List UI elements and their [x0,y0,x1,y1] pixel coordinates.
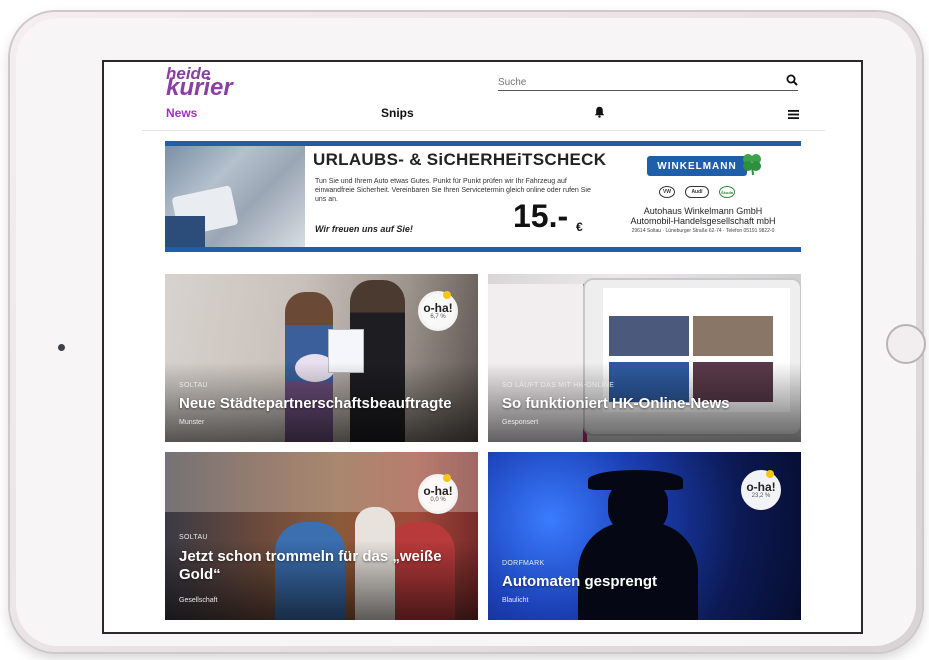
photo-thumb-2 [693,316,773,356]
search-bar [498,72,798,91]
photo-silhouette-cap [588,470,683,490]
oha-percentage: 6,7 % [430,313,446,320]
article-tile[interactable]: o-ha! 23,2 % DORFMARK Automaten gespreng… [488,452,801,620]
nav-item-news[interactable]: News [166,106,197,120]
photo-silhouette-body [578,522,698,620]
oha-badge[interactable]: o-ha! 0,0 % [418,474,458,514]
ad-photo-sleeve [165,216,205,247]
ad-company-line-2: Automobil-Handelsgesellschaft mbH [630,216,776,226]
oha-percentage: 0,0 % [430,496,446,503]
ad-currency: € [576,220,583,234]
ad-price: 15.- [513,198,569,234]
front-camera [58,344,65,351]
logo-line-2: kurier [166,74,233,101]
oha-badge[interactable]: o-ha! 23,2 % [741,470,781,510]
home-button[interactable] [886,324,926,364]
tablet-frame: heide kurier News Snips UR [10,12,926,652]
photo-thumb-1 [609,316,689,356]
oha-label: o-ha! [423,300,453,315]
vw-logo: VW [659,186,675,198]
oha-indicator-dot [766,470,774,478]
ad-brand-logo: WINKELMANN [647,156,747,176]
oha-percentage: 23,2 % [751,492,771,499]
hamburger-menu-icon[interactable] [788,108,799,122]
app-screen: heide kurier News Snips UR [102,60,863,634]
nav-divider [142,130,825,131]
ad-photo [165,146,305,247]
ad-company: Autohaus Winkelmann GmbH Automobil-Hande… [605,206,801,226]
search-input[interactable] [498,75,768,90]
oha-indicator-dot [443,474,451,482]
ad-banner[interactable]: URLAUBS- & SiCHERHEiTSCHECK Tun Sie und … [165,141,801,252]
article-category: Gesponsert [502,419,539,426]
article-title: Neue Städtepartnerschaftsbeauftragte [179,395,452,412]
article-kicker: SO LÄUFT DAS MIT HK-ONLINE [502,382,615,389]
article-kicker: SOLTAU [179,382,208,389]
article-title: Jetzt schon trommeln für das „weiße Gold… [179,548,442,583]
bell-icon[interactable] [594,106,605,121]
article-category: Munster [179,419,205,426]
article-title: Automaten gesprengt [502,573,658,590]
search-icon[interactable] [786,73,798,91]
car-brand-logos: VW Audi Škoda [659,186,735,198]
oha-badge[interactable]: o-ha! 6,7 % [418,291,458,331]
article-title: So funktioniert HK-Online-News [502,395,730,412]
article-tile[interactable]: o-ha! 6,7 % SOLTAU Neue Städtepartnersch… [165,274,478,442]
oha-indicator-dot [443,291,451,299]
article-kicker: DORFMARK [502,560,545,567]
article-category: Blaulicht [502,597,529,604]
oha-label: o-ha! [423,483,453,498]
ad-company-line-1: Autohaus Winkelmann GmbH [643,206,763,216]
nav-item-snips[interactable]: Snips [381,106,414,120]
audi-logo: Audi [685,186,709,198]
site-logo[interactable]: heide kurier [166,65,233,101]
article-tile[interactable]: SO LÄUFT DAS MIT HK-ONLINE So funktionie… [488,274,801,442]
clover-icon [741,152,763,181]
article-tile[interactable]: o-ha! 0,0 % SOLTAU Jetzt schon trommeln … [165,452,478,620]
ad-address: 29614 Soltau · Lüneburger Straße 62-74 ·… [631,228,775,234]
ad-headline: URLAUBS- & SiCHERHEiTSCHECK [313,150,607,169]
article-kicker: SOLTAU [179,534,208,541]
article-category: Gesellschaft [179,597,218,604]
skoda-logo: Škoda [719,186,735,198]
oha-label: o-ha! [746,479,776,494]
main-nav: News Snips [166,106,799,126]
ad-slogan: Wir freuen uns auf Sie! [315,224,413,234]
